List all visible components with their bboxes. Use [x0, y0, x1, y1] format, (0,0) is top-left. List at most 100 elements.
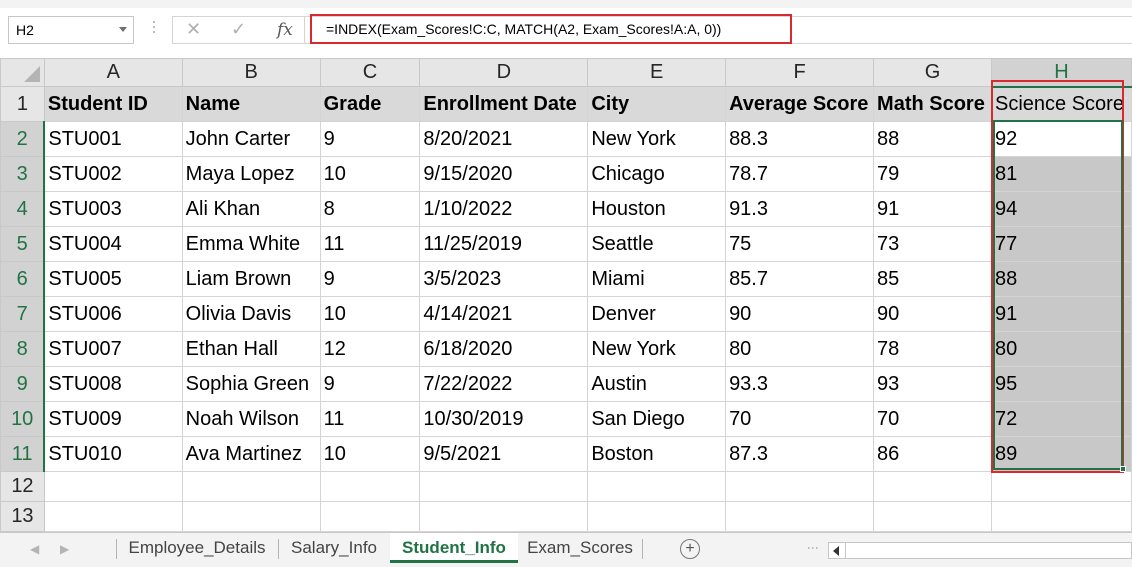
table-cell[interactable]: 85 — [873, 261, 992, 297]
table-cell[interactable]: 88 — [873, 121, 992, 157]
table-cell[interactable]: Seattle — [587, 226, 727, 262]
table-cell[interactable]: 93.3 — [725, 366, 875, 402]
check-icon[interactable]: ✓ — [231, 19, 246, 40]
table-cell[interactable]: Maya Lopez — [181, 156, 321, 192]
name-box[interactable]: H2 — [8, 16, 134, 44]
row-header[interactable]: 11 — [0, 436, 46, 472]
table-cell[interactable]: 81 — [990, 156, 1132, 192]
table-cell[interactable]: STU005 — [43, 261, 183, 297]
table-cell[interactable]: 90 — [725, 296, 875, 332]
table-cell[interactable]: 91 — [873, 191, 992, 227]
table-cell[interactable]: 10/30/2019 — [419, 401, 589, 437]
table-cell[interactable]: 94 — [990, 191, 1132, 227]
table-cell[interactable]: Liam Brown — [181, 261, 321, 297]
table-cell[interactable]: 9/15/2020 — [419, 156, 589, 192]
table-cell[interactable]: 93 — [873, 366, 992, 402]
table-cell[interactable]: STU010 — [43, 436, 183, 472]
table-cell[interactable]: 90 — [873, 296, 992, 332]
table-cell[interactable]: 72 — [990, 401, 1132, 437]
table-cell[interactable]: 73 — [873, 226, 992, 262]
row-header[interactable]: 7 — [0, 296, 46, 332]
table-cell[interactable]: Boston — [587, 436, 727, 472]
table-cell[interactable]: San Diego — [587, 401, 727, 437]
table-cell[interactable]: 89 — [990, 436, 1132, 472]
table-cell[interactable] — [181, 471, 321, 502]
table-cell[interactable]: STU006 — [43, 296, 183, 332]
table-cell[interactable] — [873, 501, 992, 532]
table-cell[interactable]: 9 — [319, 121, 421, 157]
fill-handle[interactable] — [1120, 466, 1126, 472]
table-cell[interactable]: STU008 — [43, 366, 183, 402]
table-cell[interactable]: Ali Khan — [181, 191, 321, 227]
horizontal-scrollbar[interactable] — [828, 542, 1132, 559]
tab-exam-scores[interactable]: Exam_Scores — [518, 533, 642, 563]
header-cell[interactable]: Math Score — [873, 86, 992, 122]
table-cell[interactable]: 8 — [319, 191, 421, 227]
table-cell[interactable]: STU003 — [43, 191, 183, 227]
chevron-down-icon[interactable] — [119, 27, 127, 32]
header-cell[interactable]: Enrollment Date — [419, 86, 589, 122]
column-header-f[interactable]: F — [725, 58, 875, 87]
table-cell[interactable]: New York — [587, 331, 727, 367]
table-cell[interactable]: 86 — [873, 436, 992, 472]
table-cell[interactable]: Austin — [587, 366, 727, 402]
select-all-corner[interactable] — [0, 58, 45, 87]
table-cell[interactable]: Ethan Hall — [181, 331, 321, 367]
row-header[interactable]: 5 — [0, 226, 46, 262]
table-cell[interactable]: Sophia Green — [181, 366, 321, 402]
table-cell[interactable]: 95 — [990, 366, 1132, 402]
grip-handle[interactable] — [151, 18, 157, 42]
table-cell[interactable]: 9 — [319, 261, 421, 297]
table-cell[interactable]: STU002 — [43, 156, 183, 192]
cancel-icon[interactable]: ✕ — [186, 19, 201, 40]
table-cell[interactable] — [725, 501, 875, 532]
table-cell[interactable]: Houston — [587, 191, 727, 227]
header-cell[interactable]: Name — [181, 86, 321, 122]
table-cell[interactable]: 12 — [319, 331, 421, 367]
column-header-h[interactable]: H — [990, 58, 1132, 88]
table-cell[interactable]: 70 — [725, 401, 875, 437]
table-cell[interactable]: STU009 — [43, 401, 183, 437]
table-cell[interactable]: John Carter — [181, 121, 321, 157]
header-cell[interactable]: Average Score — [725, 86, 875, 122]
table-cell[interactable] — [419, 501, 589, 532]
table-cell[interactable]: 70 — [873, 401, 992, 437]
column-header-g[interactable]: G — [873, 58, 992, 87]
table-cell[interactable]: 7/22/2022 — [419, 366, 589, 402]
table-cell[interactable]: 88.3 — [725, 121, 875, 157]
header-cell[interactable]: City — [587, 86, 727, 122]
table-cell[interactable]: 8/20/2021 — [419, 121, 589, 157]
table-cell[interactable]: Olivia Davis — [181, 296, 321, 332]
tab-salary-info[interactable]: Salary_Info — [279, 533, 389, 563]
table-cell[interactable] — [43, 501, 183, 532]
table-cell[interactable]: Denver — [587, 296, 727, 332]
spreadsheet-grid[interactable]: A B C D E F G H 1 Student ID Name Grade Enrollment D… — [0, 58, 1132, 532]
prev-sheet-icon[interactable]: ◀ — [30, 542, 39, 556]
table-cell[interactable] — [587, 501, 727, 532]
table-cell[interactable]: STU004 — [43, 226, 183, 262]
column-header-e[interactable]: E — [587, 58, 727, 87]
table-cell[interactable]: 78.7 — [725, 156, 875, 192]
table-cell[interactable]: 75 — [725, 226, 875, 262]
table-cell[interactable]: 11/25/2019 — [419, 226, 589, 262]
table-cell[interactable]: 85.7 — [725, 261, 875, 297]
table-cell[interactable]: 9 — [319, 366, 421, 402]
table-cell[interactable]: 11 — [319, 226, 421, 262]
table-cell[interactable]: 77 — [990, 226, 1132, 262]
table-cell[interactable] — [181, 501, 321, 532]
table-cell[interactable] — [319, 471, 421, 502]
row-header[interactable]: 2 — [0, 121, 46, 157]
table-cell[interactable]: Chicago — [587, 156, 727, 192]
table-cell[interactable]: 80 — [990, 331, 1132, 367]
table-cell[interactable]: STU007 — [43, 331, 183, 367]
table-cell[interactable] — [990, 471, 1132, 502]
header-cell[interactable]: Student ID — [43, 86, 183, 122]
header-cell[interactable]: Grade — [319, 86, 421, 122]
row-header[interactable]: 13 — [0, 501, 45, 532]
row-header[interactable]: 10 — [0, 401, 46, 437]
next-sheet-icon[interactable]: ▶ — [60, 542, 69, 556]
table-cell[interactable] — [990, 501, 1132, 532]
table-cell[interactable]: Emma White — [181, 226, 321, 262]
row-header[interactable]: 1 — [0, 86, 45, 122]
table-cell[interactable]: 3/5/2023 — [419, 261, 589, 297]
